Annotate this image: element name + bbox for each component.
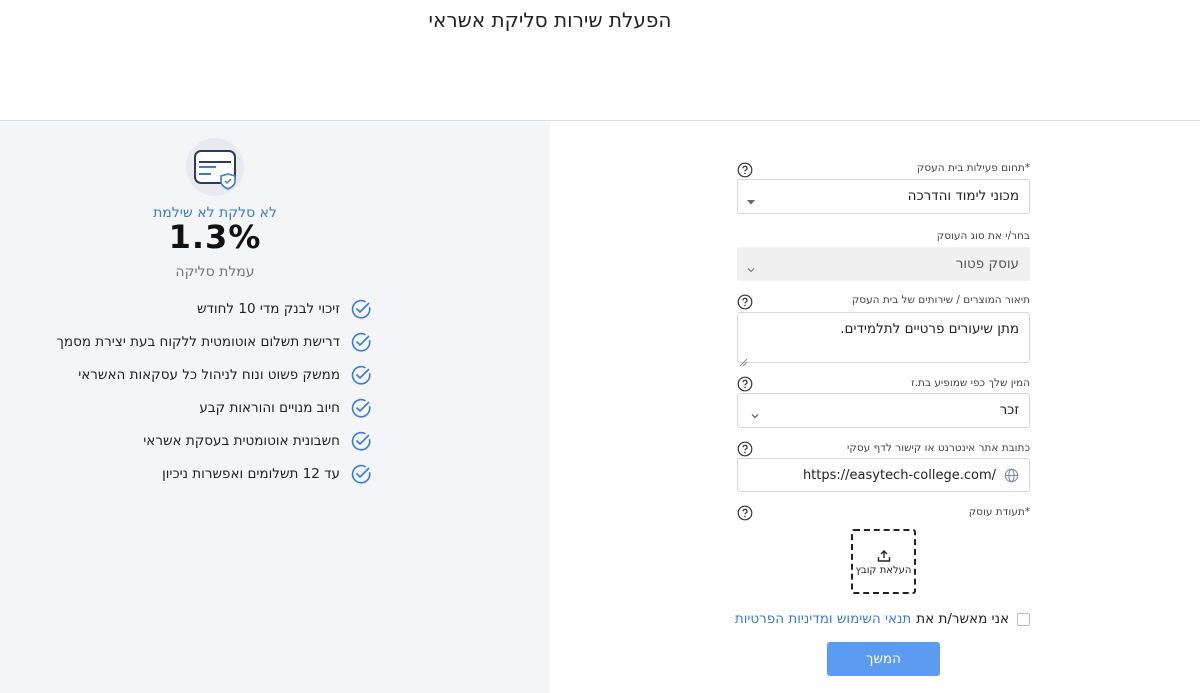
- feature-item: זיכוי לבנק מדי 10 לחודש: [57, 292, 372, 325]
- feature-text: ממשק פשוט ונוח לניהול כל עסקאות האשראי: [78, 366, 340, 383]
- upload-icon: [877, 548, 891, 562]
- question-circle-icon[interactable]: [737, 505, 753, 521]
- business-field-label: *תחום פעילות בית העסק: [916, 162, 1030, 174]
- feature-text: דרישת תשלום אוטומטית ללקוח בעת יצירת מסמ…: [56, 333, 340, 350]
- website-value: https://easytech-college.com/: [802, 468, 996, 483]
- chevron-down-icon: [746, 260, 756, 273]
- gender-select[interactable]: זכר: [737, 393, 1030, 428]
- feature-text: זיכוי לבנק מדי 10 לחודש: [196, 300, 340, 317]
- check-circle-icon: [350, 430, 372, 452]
- check-circle-icon: [350, 298, 372, 320]
- check-circle-icon: [350, 463, 372, 485]
- question-circle-icon[interactable]: [737, 376, 753, 392]
- feature-item: חיוב מנויים והוראות קבע: [57, 391, 372, 424]
- feature-list: זיכוי לבנק מדי 10 לחודש דרישת תשלום אוטו…: [57, 292, 372, 490]
- feature-item: חשבונית אוטומטית בעסקת אשראי: [57, 424, 372, 457]
- question-circle-icon[interactable]: [737, 441, 753, 457]
- feature-text: חיוב מנויים והוראות קבע: [199, 399, 340, 416]
- continue-button[interactable]: המשך: [827, 642, 940, 676]
- question-circle-icon[interactable]: [737, 162, 753, 178]
- business-type-label: בחר/י את סוג העוסק: [936, 230, 1030, 242]
- business-field-select[interactable]: מכוני לימוד והדרכה: [737, 179, 1030, 214]
- clearing-rate: 1.3%: [168, 218, 262, 256]
- feature-item: דרישת תשלום אוטומטית ללקוח בעת יצירת מסמ…: [57, 325, 372, 358]
- certificate-label: *תעודת עוסק: [968, 506, 1030, 518]
- question-circle-icon[interactable]: [737, 294, 753, 310]
- website-input[interactable]: https://easytech-college.com/: [737, 458, 1030, 492]
- description-label: תיאור המוצרים / שירותים של בית העסק: [851, 294, 1030, 306]
- credit-card-shield-icon: [186, 138, 244, 196]
- caret-down-icon: [746, 192, 756, 205]
- business-type-select[interactable]: עוסק פטור: [737, 247, 1030, 281]
- globe-icon: [1004, 468, 1019, 483]
- check-circle-icon: [350, 331, 372, 353]
- business-field-value: מכוני לימוד והדרכה: [907, 188, 1019, 204]
- terms-row: אני מאשר/ת את תנאי השימוש ומדיניות הפרטי…: [735, 611, 1030, 627]
- resize-handle-icon[interactable]: [739, 352, 748, 367]
- check-circle-icon: [350, 364, 372, 386]
- business-type-value: עוסק פטור: [955, 256, 1019, 272]
- feature-text: עד 12 תשלומים ואפשרות ניכיון: [162, 465, 340, 482]
- description-value: מתן שיעורים פרטיים לתלמידים.: [840, 321, 1019, 337]
- terms-checkbox[interactable]: [1017, 612, 1030, 626]
- feature-item: ממשק פשוט ונוח לניהול כל עסקאות האשראי: [57, 358, 372, 391]
- terms-text: אני מאשר/ת את: [916, 611, 1009, 627]
- gender-label: המין שלך כפי שמופיע בת.ז: [911, 377, 1030, 389]
- upload-label: העלאת קובץ: [855, 565, 912, 576]
- terms-link[interactable]: תנאי השימוש ומדיניות הפרטיות: [735, 611, 911, 627]
- upload-file-button[interactable]: העלאת קובץ: [851, 529, 916, 594]
- feature-text: חשבונית אוטומטית בעסקת אשראי: [143, 432, 340, 449]
- page-header: הפעלת שירות סליקת אשראי: [0, 0, 1200, 121]
- description-textarea[interactable]: מתן שיעורים פרטיים לתלמידים.: [737, 312, 1030, 367]
- website-label: כתובת אתר אינטרנט או קישור לדף עסקי: [847, 442, 1030, 454]
- check-circle-icon: [350, 397, 372, 419]
- clearing-rate-label: עמלת סליקה: [175, 264, 255, 280]
- chevron-down-icon: [750, 406, 760, 419]
- page-title: הפעלת שירות סליקת אשראי: [428, 8, 672, 32]
- feature-item: עד 12 תשלומים ואפשרות ניכיון: [57, 457, 372, 490]
- gender-value: זכר: [999, 402, 1019, 418]
